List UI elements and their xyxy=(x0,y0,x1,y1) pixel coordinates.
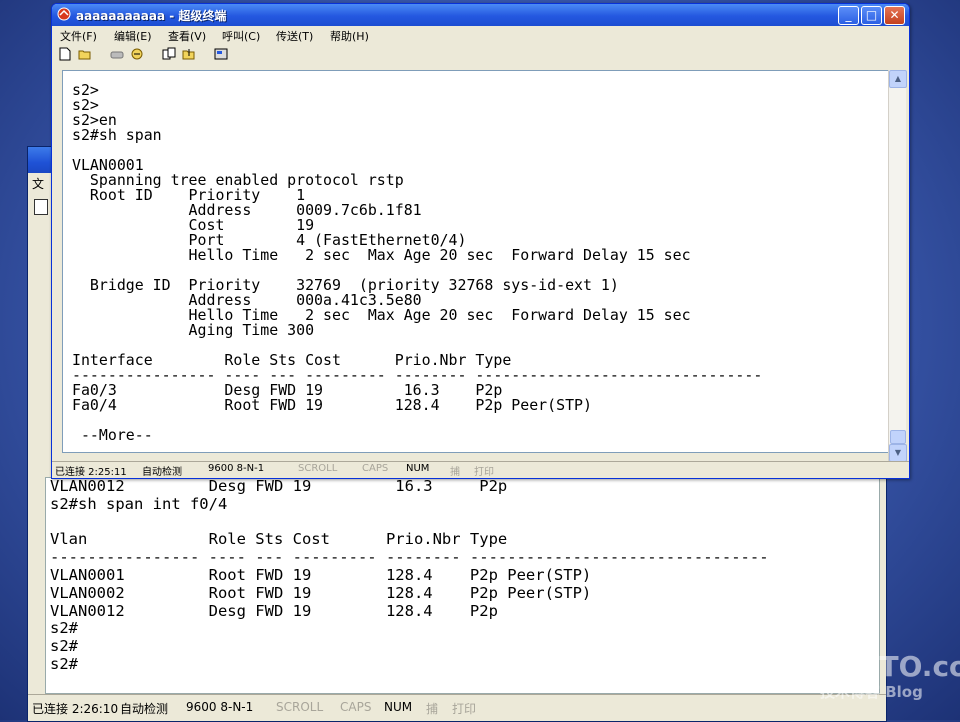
terminal-output: s2> s2> s2>en s2#sh span VLAN0001 Spanni… xyxy=(72,81,763,444)
close-button[interactable]: ✕ xyxy=(884,6,905,25)
menu-view[interactable]: 查看(V) xyxy=(168,28,206,44)
status-bar: 已连接 2:25:11 自动检测 9600 8-N-1 SCROLL CAPS … xyxy=(52,461,909,478)
scroll-indicator: SCROLL xyxy=(276,700,324,714)
caps-indicator: CAPS xyxy=(340,700,372,714)
open-icon[interactable] xyxy=(78,47,92,61)
scroll-thumb[interactable] xyxy=(890,430,906,444)
menu-edit[interactable]: 编辑(E) xyxy=(114,28,152,44)
hyperterminal-app-icon xyxy=(57,7,71,21)
num-indicator: NUM xyxy=(406,463,430,474)
serial-settings: 9600 8-N-1 xyxy=(208,463,265,474)
back-terminal-output: VLAN0012 Desg FWD 19 16.3 P2p s2#sh span… xyxy=(50,477,769,673)
toolbar xyxy=(52,44,909,66)
caps-indicator: CAPS xyxy=(362,463,389,474)
minimize-button[interactable]: _ xyxy=(838,6,859,25)
menu-bar: 文件(F) 编辑(E) 查看(V) 呼叫(C) 传送(T) 帮助(H) xyxy=(52,26,909,44)
capture-indicator: 捕 xyxy=(426,702,439,716)
autodetect-label: 自动检测 xyxy=(142,467,182,478)
receive-icon[interactable] xyxy=(182,47,196,61)
watermark-tagline: 技术博客 Blog xyxy=(820,683,923,701)
back-window-menu[interactable]: 文 xyxy=(32,175,44,192)
vertical-scrollbar[interactable]: ▲ ▼ xyxy=(888,70,907,462)
dial-icon[interactable] xyxy=(130,47,144,61)
autodetect-label: 自动检测 xyxy=(120,702,169,716)
serial-settings: 9600 8-N-1 xyxy=(186,700,254,714)
window-title: aaaaaaaaaaa - 超级终端 xyxy=(76,9,227,23)
menu-call[interactable]: 呼叫(C) xyxy=(222,28,260,44)
send-icon[interactable] xyxy=(162,47,176,61)
menu-file[interactable]: 文件(F) xyxy=(60,28,97,44)
back-terminal-screen[interactable]: VLAN0012 Desg FWD 19 16.3 P2p s2#sh span… xyxy=(45,477,880,694)
connection-time: 已连接 2:25:11 xyxy=(55,467,127,478)
terminal-screen[interactable]: s2> s2> s2>en s2#sh span VLAN0001 Spanni… xyxy=(62,70,890,453)
title-bar[interactable]: aaaaaaaaaaa - 超级终端 _ □ ✕ xyxy=(52,4,909,26)
disconnect-icon[interactable] xyxy=(110,47,124,61)
new-icon[interactable] xyxy=(58,47,72,61)
num-indicator: NUM xyxy=(384,700,413,714)
back-status-bar: 已连接 2:26:10 自动检测 9600 8-N-1 SCROLL CAPS … xyxy=(28,694,886,721)
scroll-down-arrow-icon[interactable]: ▼ xyxy=(889,444,907,462)
scroll-indicator: SCROLL xyxy=(298,463,338,474)
site-watermark: 51CTO.com 技术博客 Blog xyxy=(820,650,960,702)
capture-indicator: 捕 xyxy=(450,467,460,478)
print-indicator: 打印 xyxy=(452,702,477,716)
connection-time: 已连接 2:26:10 xyxy=(32,702,119,716)
properties-icon[interactable] xyxy=(214,47,228,61)
maximize-button[interactable]: □ xyxy=(861,6,882,25)
menu-transfer[interactable]: 传送(T) xyxy=(276,28,313,44)
scroll-up-arrow-icon[interactable]: ▲ xyxy=(889,70,907,88)
hyperterminal-window[interactable]: aaaaaaaaaaa - 超级终端 _ □ ✕ 文件(F) 编辑(E) 查看(… xyxy=(51,3,910,479)
watermark-site: 51CTO.com xyxy=(820,650,960,683)
new-icon[interactable] xyxy=(34,199,48,215)
menu-help[interactable]: 帮助(H) xyxy=(330,28,369,44)
print-indicator: 打印 xyxy=(474,467,494,478)
